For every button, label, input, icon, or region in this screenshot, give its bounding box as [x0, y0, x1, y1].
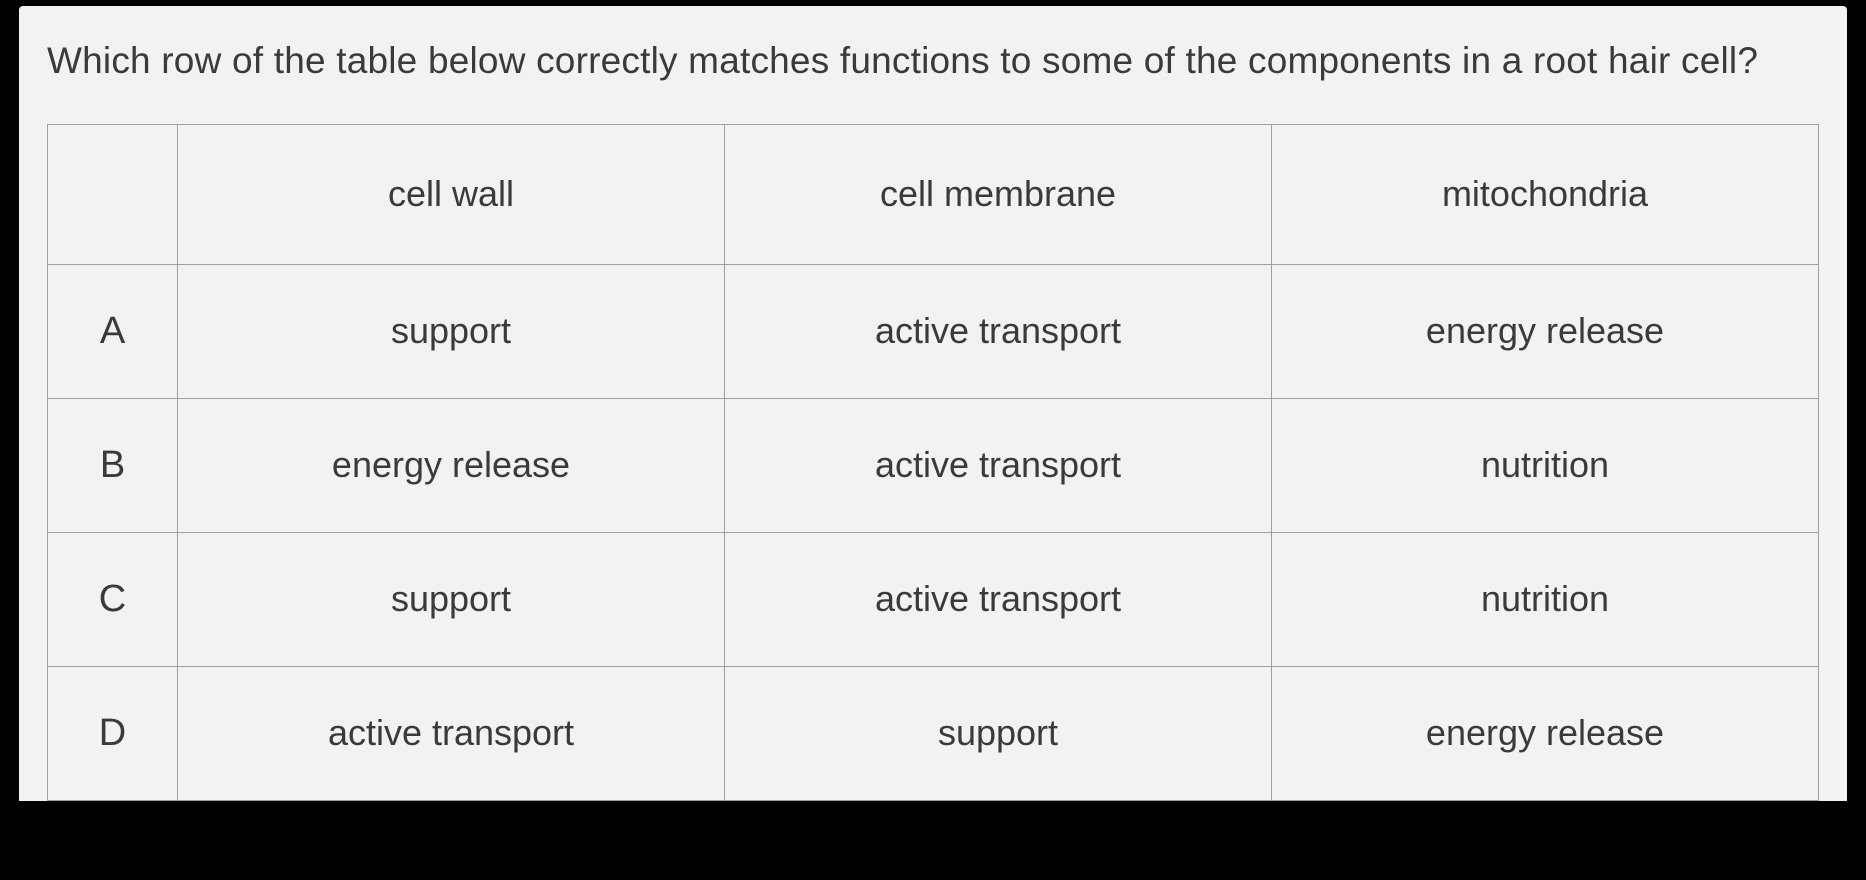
cell: energy release [1272, 666, 1819, 800]
cell: nutrition [1272, 532, 1819, 666]
row-label-B: B [48, 398, 178, 532]
row-label-C: C [48, 532, 178, 666]
cell: support [725, 666, 1272, 800]
cell: energy release [178, 398, 725, 532]
question-card: Which row of the table below correctly m… [19, 6, 1847, 801]
cell: active transport [178, 666, 725, 800]
cell: energy release [1272, 264, 1819, 398]
table-row[interactable]: D active transport support energy releas… [48, 666, 1819, 800]
header-blank [48, 124, 178, 264]
table-row[interactable]: A support active transport energy releas… [48, 264, 1819, 398]
row-label-D: D [48, 666, 178, 800]
header-cell-membrane: cell membrane [725, 124, 1272, 264]
header-mitochondria: mitochondria [1272, 124, 1819, 264]
cell: active transport [725, 264, 1272, 398]
row-label-A: A [48, 264, 178, 398]
table-row[interactable]: B energy release active transport nutrit… [48, 398, 1819, 532]
cell: support [178, 532, 725, 666]
cell: support [178, 264, 725, 398]
cell: active transport [725, 398, 1272, 532]
table-row[interactable]: C support active transport nutrition [48, 532, 1819, 666]
header-cell-wall: cell wall [178, 124, 725, 264]
cell: active transport [725, 532, 1272, 666]
question-text: Which row of the table below correctly m… [47, 34, 1819, 88]
cell: nutrition [1272, 398, 1819, 532]
table-header-row: cell wall cell membrane mitochondria [48, 124, 1819, 264]
options-table: cell wall cell membrane mitochondria A s… [47, 124, 1819, 801]
